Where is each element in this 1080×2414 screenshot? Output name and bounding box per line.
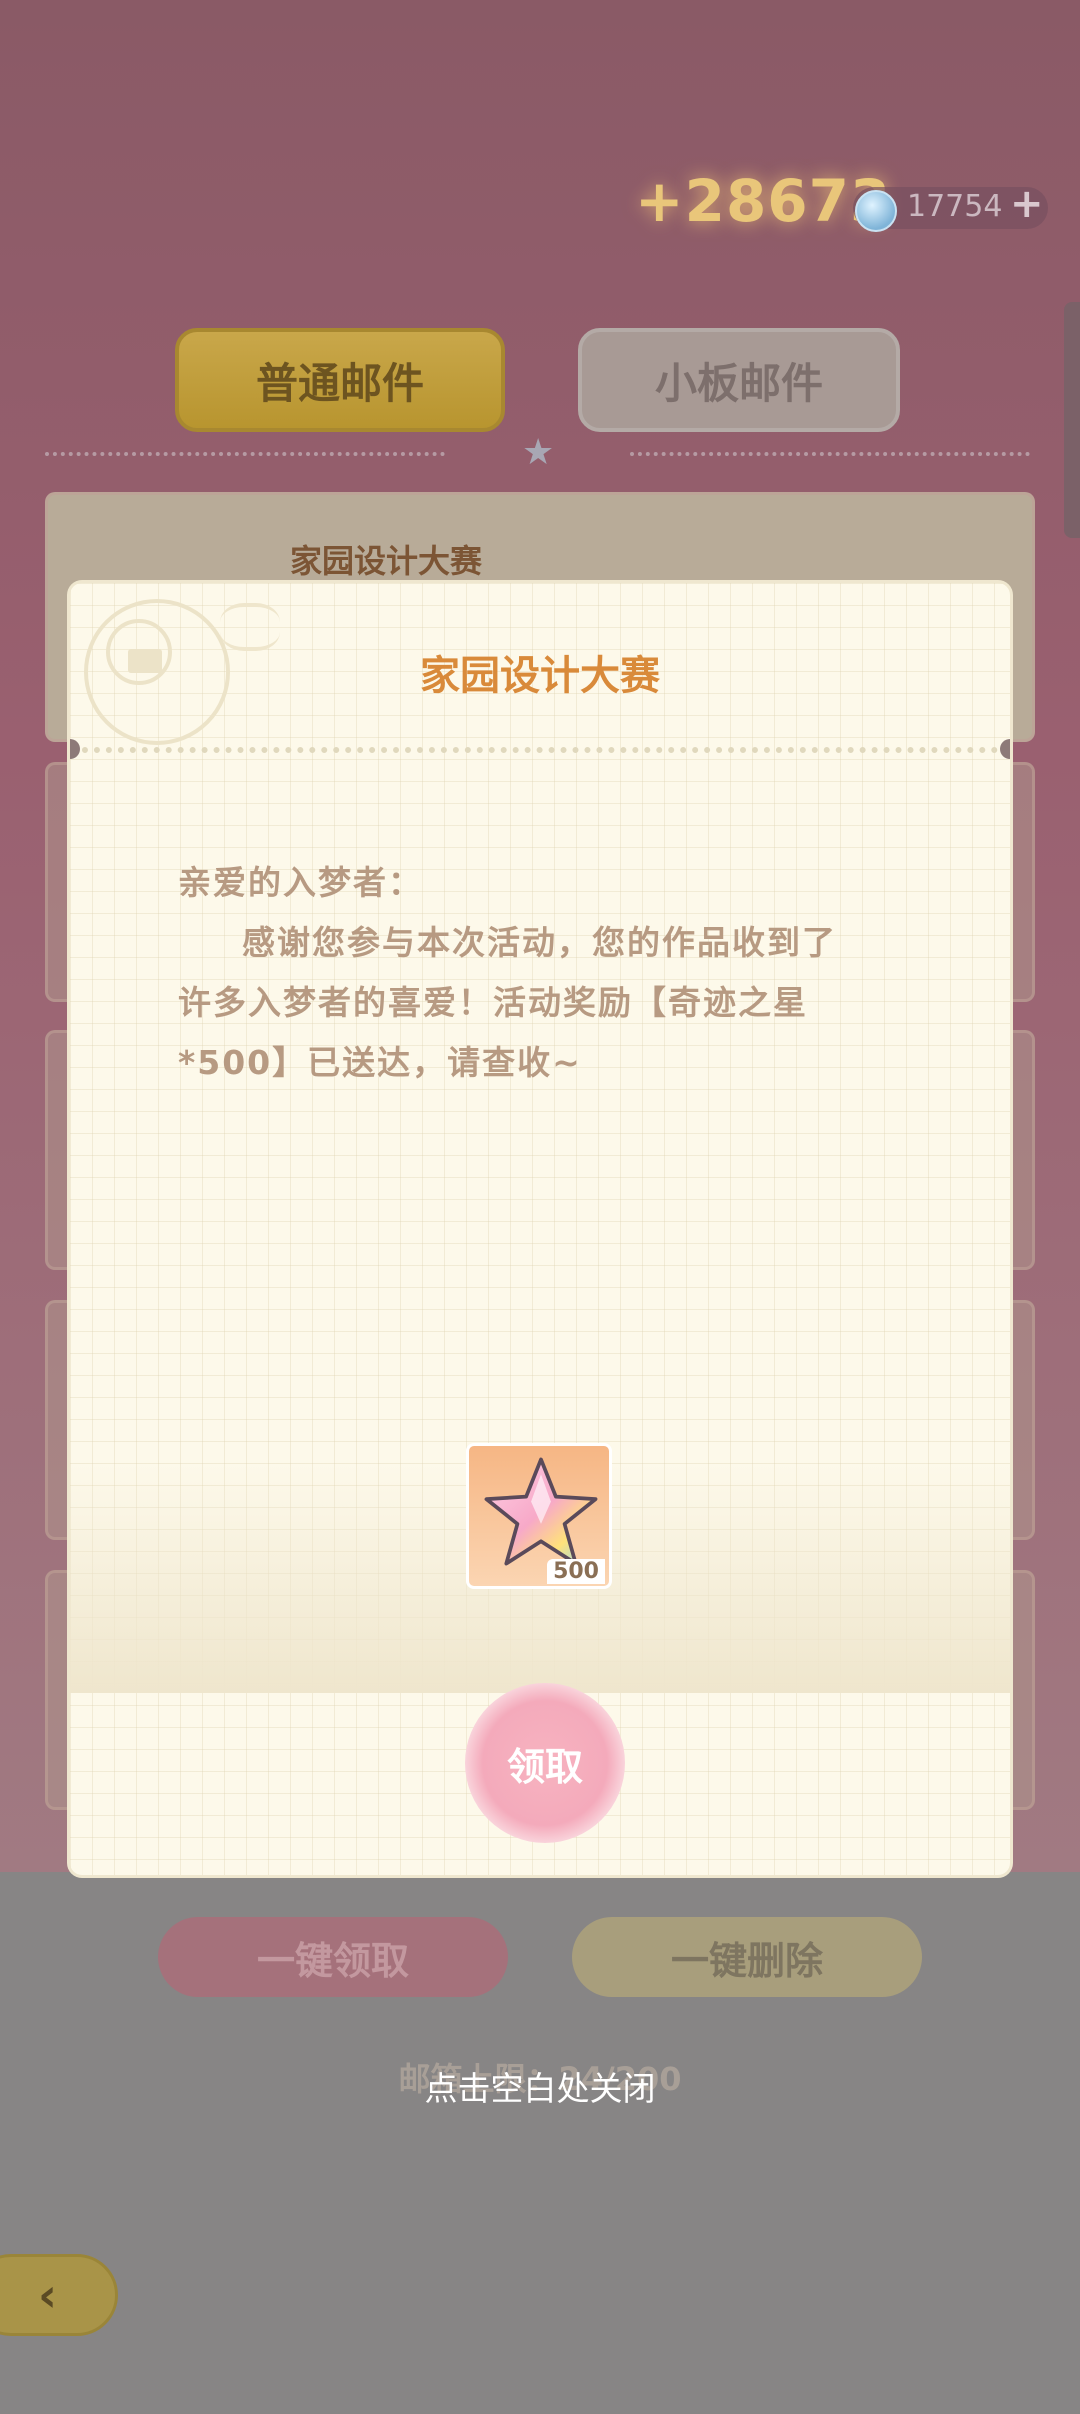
gem-icon <box>855 190 897 232</box>
mail-detail-modal: 家园设计大赛 亲爱的入梦者： 感谢您参与本次活动，您的作品收到了 许多入梦者的喜… <box>70 583 1010 1875</box>
perforation-divider <box>70 747 1010 753</box>
letter-line: *500】已送达，请查收~ <box>178 1043 582 1082</box>
close-hint[interactable]: 点击空白处关闭 <box>0 2062 1080 2110</box>
divider-right <box>630 452 1030 460</box>
tab-board-mail[interactable]: 小板邮件 <box>578 328 900 432</box>
add-gem-button[interactable]: + <box>1010 181 1044 227</box>
letter-line: 许多入梦者的喜爱！活动奖励【奇迹之星 <box>178 983 808 1022</box>
letter-line: 感谢您参与本次活动，您的作品收到了 <box>242 923 837 962</box>
claim-button[interactable]: 领取 <box>465 1683 625 1843</box>
miracle-star-icon <box>484 1457 598 1566</box>
reward-item[interactable]: 500 <box>466 1443 612 1589</box>
back-arrow-icon: ‹ <box>38 2268 57 2322</box>
modal-title: 家园设计大赛 <box>420 653 660 699</box>
back-button[interactable] <box>0 2254 118 2336</box>
gem-amount: 17754 <box>907 189 1003 224</box>
claim-all-button[interactable]: 一键领取 <box>158 1917 508 1997</box>
currency-bar: +28673 17754 + <box>635 167 1050 235</box>
delete-all-button[interactable]: 一键删除 <box>572 1917 922 1997</box>
mail-item-title: 家园设计大赛 <box>290 542 483 580</box>
tab-normal-mail[interactable]: 普通邮件 <box>175 328 505 432</box>
ticket-notch-left <box>70 739 80 759</box>
side-scroll-edge <box>1064 302 1080 538</box>
ticket-notch-right <box>1000 739 1010 759</box>
divider-left <box>45 452 445 460</box>
reward-count: 500 <box>547 1559 605 1584</box>
letter-greeting: 亲爱的入梦者： <box>178 863 423 902</box>
letter-body: 亲爱的入梦者： 感谢您参与本次活动，您的作品收到了 许多入梦者的喜爱！活动奖励【… <box>178 853 898 1093</box>
star-icon: ★ <box>522 432 555 473</box>
